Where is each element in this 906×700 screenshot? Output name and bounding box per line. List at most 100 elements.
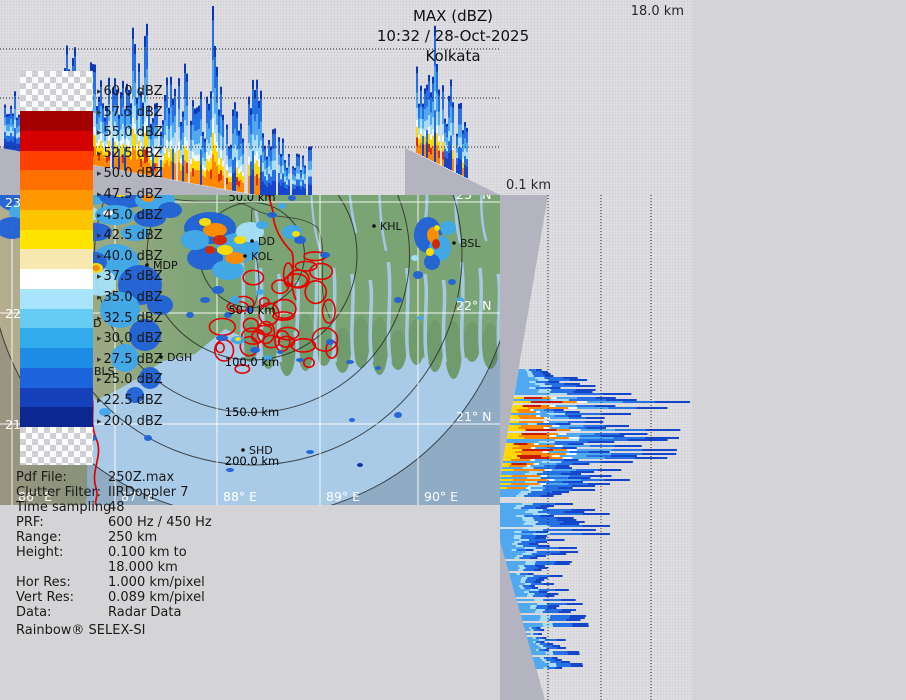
xz-echo-bar: [242, 188, 244, 193]
yz-echo-bar: [556, 463, 572, 465]
xz-echo-bar: [210, 150, 212, 158]
yz-echo-bar: [568, 437, 580, 439]
xz-echo-bar: [226, 124, 228, 130]
xz-echo-bar: [434, 66, 436, 92]
yz-echo-bar: [530, 459, 535, 461]
yz-echo-bar: [516, 383, 536, 385]
scale-value: 60.0 dBZ: [103, 84, 163, 99]
xz-echo-bar: [236, 135, 238, 150]
xz-echo-bar: [442, 85, 444, 92]
xz-echo-bar: [230, 158, 232, 167]
yz-echo-bar: [551, 385, 576, 387]
xz-echo-bar: [298, 157, 300, 167]
xz-echo-bar: [426, 90, 428, 107]
xz-echo-bar: [430, 124, 432, 135]
xz-echo-bar: [240, 156, 242, 167]
yz-echo-bar: [566, 453, 577, 455]
yz-echo-bar: [536, 411, 541, 413]
yz-echo-bar: [524, 627, 530, 629]
yz-echo-bar: [533, 661, 545, 663]
xz-echo-bar: [248, 125, 250, 144]
xz-echo-bar: [444, 156, 446, 167]
yz-echo-bar: [536, 649, 539, 651]
scale-band: [20, 249, 93, 269]
height-min-label: 0.1 km: [506, 178, 551, 193]
scale-band-above-max: [20, 71, 93, 111]
yz-echo-bar: [500, 517, 523, 519]
yz-echo-bar: [503, 455, 518, 457]
yz-echo-bar: [500, 473, 525, 475]
xz-echo-bar: [270, 150, 272, 161]
yz-echo-bar: [533, 467, 555, 469]
scale-label: ▸ 50.0 dBZ: [97, 167, 207, 181]
metadata-value: 0.089 km/pixel: [108, 590, 205, 605]
yz-echo-bar: [500, 511, 526, 513]
radar-echo: [434, 225, 440, 231]
xz-echo-bar: [10, 105, 12, 110]
yz-echo-bar: [527, 477, 541, 479]
yz-echo-bar: [535, 427, 544, 429]
xz-echo-bar: [288, 173, 290, 180]
radar-echo: [250, 347, 260, 353]
xz-echo-bar: [248, 185, 250, 194]
scale-band: [20, 111, 93, 131]
yz-echo-bar: [521, 507, 536, 509]
xz-echo-bar: [428, 127, 430, 134]
xz-echo-bar: [420, 118, 422, 129]
metadata-label: Height:: [16, 545, 64, 560]
scale-band: [20, 229, 93, 250]
yz-echo-bar: [568, 443, 584, 445]
yz-echo-bar: [500, 519, 523, 521]
xz-echo-bar: [460, 159, 462, 175]
yz-echo-bar: [523, 555, 536, 557]
yz-echo-bar: [530, 607, 536, 609]
yz-echo-bar: [507, 565, 519, 567]
yz-echo-bar: [522, 467, 534, 469]
yz-echo-bar: [532, 637, 536, 639]
xz-echo-bar: [284, 160, 286, 163]
yz-echo-bar: [539, 385, 552, 387]
yz-echo-bar: [546, 433, 558, 435]
xz-echo-bar: [466, 131, 468, 143]
xz-echo-bar: [438, 135, 440, 142]
xz-echo-bar: [462, 152, 464, 159]
xz-echo-bar: [16, 143, 18, 151]
xz-echo-bar: [242, 138, 244, 143]
yz-echo-bar: [500, 509, 529, 511]
xz-echo-bar: [10, 140, 12, 150]
xz-echo-bar: [218, 164, 220, 174]
yz-echo-bar: [548, 381, 560, 383]
yz-echo-bar: [555, 407, 568, 409]
xz-echo-bar: [150, 160, 152, 167]
yz-echo-bar: [568, 407, 578, 409]
yz-echo-bar: [546, 483, 569, 485]
xz-echo-bar: [220, 180, 222, 189]
yz-echo-bar: [507, 433, 522, 435]
radar-echo: [432, 239, 440, 249]
yz-echo-bar: [515, 385, 540, 387]
yz-echo-bar: [511, 475, 532, 477]
xz-echo-bar: [418, 134, 420, 139]
lat-label: 22° N: [456, 298, 491, 313]
xz-echo-bar: [210, 179, 212, 187]
yz-echo-bar: [524, 495, 541, 497]
scale-value: 30.0 dBZ: [103, 331, 163, 347]
yz-echo-bar: [504, 451, 516, 453]
yz-echo-bar: [533, 443, 539, 445]
xz-echo-bar: [218, 147, 220, 159]
xz-echo-bar: [294, 180, 296, 185]
xz-echo-bar: [456, 158, 458, 165]
yz-echo-bar: [519, 421, 536, 423]
xz-echo-bar: [216, 151, 218, 166]
xz-echo-bar: [418, 138, 420, 145]
xz-echo-bar: [452, 165, 454, 171]
xz-echo-bar: [302, 158, 304, 168]
radar-echo: [226, 468, 234, 472]
xz-echo-bar: [284, 170, 286, 177]
yz-echo-bar: [539, 389, 552, 391]
yz-echo-bar: [543, 529, 572, 531]
yz-echo-bar: [523, 625, 544, 627]
xz-echo-bar: [240, 166, 242, 172]
xz-echo-bar: [296, 156, 298, 166]
yz-echo-bar: [533, 375, 545, 377]
